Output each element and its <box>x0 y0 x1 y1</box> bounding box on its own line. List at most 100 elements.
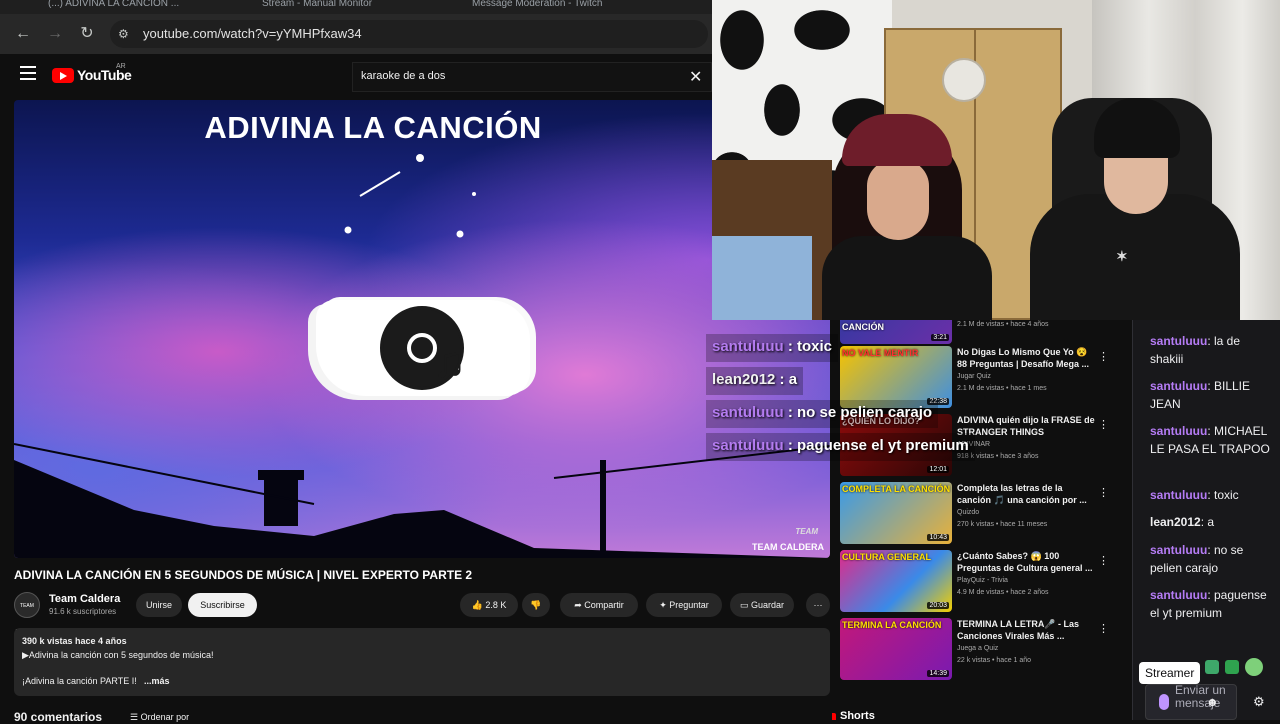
like-count: 2.8 K <box>485 600 507 610</box>
join-button[interactable]: Unirse <box>136 593 182 617</box>
overlay-message: santuluuu : no se pelien carajo <box>706 400 939 428</box>
ask-button[interactable]: ✦ Preguntar <box>646 593 722 617</box>
chat-message[interactable]: santuluuu: MICHAEL LE PASA EL TRAPOO <box>1150 422 1270 458</box>
thumbnail-text: COMPLETA LA CANCIÓN <box>842 484 951 494</box>
streamer-tooltip: Streamer <box>1139 662 1201 684</box>
search-input[interactable]: karaoke de a dos ✕ <box>352 62 712 92</box>
browser-toolbar: ← → ↻ ⚙ youtube.com/watch?v=yYMHPfxaw34 <box>0 14 712 54</box>
chat-username[interactable]: santuluuu <box>1150 424 1207 438</box>
emote-icon[interactable] <box>1245 658 1263 676</box>
music-note-icon: ♫ <box>432 335 467 387</box>
video-thumbnail[interactable]: COMPLETA LA CANCIÓN 10:43 <box>840 482 952 544</box>
save-label: Guardar <box>750 600 785 610</box>
video-meta: 2.1 M de vistas • hace 4 años <box>957 321 1049 328</box>
site-info-icon[interactable]: ⚙ <box>118 26 134 42</box>
sort-comments-button[interactable]: ☰ Ordenar por <box>130 712 189 723</box>
back-icon[interactable]: ← <box>13 24 33 44</box>
chat-message[interactable]: lean2012: a <box>1150 513 1270 531</box>
chat-message[interactable]: santuluuu: la de shakiii <box>1150 332 1270 368</box>
chat-message[interactable]: santuluuu: paguense el yt premium <box>1150 586 1270 622</box>
video-title[interactable]: ADIVINA quién dijo la FRASE de STRANGER … <box>957 414 1097 438</box>
chat-username[interactable]: lean2012 <box>1150 515 1201 529</box>
chat-username[interactable]: santuluuu <box>1150 488 1207 502</box>
channel-avatar[interactable]: TEAM CALDERA <box>14 592 40 635</box>
video-thumbnail[interactable]: CULTURA GENERAL 20:03 <box>840 550 952 612</box>
video-player[interactable]: ADIVINA LA CANCIÓN ♫ TEAM TEAM CALDERA <box>14 100 830 558</box>
overlay-message: lean2012 : a <box>706 367 804 395</box>
forward-icon[interactable]: → <box>45 24 65 44</box>
more-vert-icon[interactable]: ⋮ <box>1098 350 1109 363</box>
browser-tab[interactable]: Stream - Manual Monitor <box>262 0 432 14</box>
recommended-video[interactable]: COMPLETA LA CANCIÓN 10:43 Completa las l… <box>840 482 1130 544</box>
browser-tab[interactable]: (...) ADIVINA LA CANCIÓN ... <box>48 0 198 14</box>
video-duration: 20:03 <box>927 602 949 609</box>
emoji-icon[interactable]: ☻ <box>1206 695 1219 709</box>
chat-input-placeholder: Enviar un mensaje <box>1175 683 1226 710</box>
emote-icon[interactable] <box>1205 660 1219 674</box>
channel-name[interactable]: Quizdo <box>957 509 979 516</box>
dislike-button[interactable]: 👎 <box>522 593 550 617</box>
more-actions-button[interactable]: ··· <box>806 593 830 617</box>
description-box[interactable]: 390 k vistas hace 4 años ▶Adivina la can… <box>14 628 830 696</box>
browser-tab[interactable]: Message Moderation - Twitch <box>472 0 642 14</box>
chat-message[interactable]: santuluuu: toxic <box>1150 486 1270 504</box>
subscribe-button[interactable]: Suscribirse <box>188 593 257 617</box>
mic-icon[interactable] <box>1159 694 1169 710</box>
video-title[interactable]: ¿Cuánto Sabes? 😱 100 Preguntas de Cultur… <box>957 550 1097 574</box>
emote-icon[interactable] <box>1225 660 1239 674</box>
like-button[interactable]: 👍 2.8 K <box>460 593 518 617</box>
thumbs-up-icon: 👍 <box>471 600 486 610</box>
thumbnail-text: TERMINA LA CANCIÓN <box>842 620 942 630</box>
show-more-link[interactable]: ...más <box>144 676 170 686</box>
overlay-message: santuluuu : paguense el yt premium <box>706 433 975 461</box>
channel-name[interactable]: Team Caldera <box>49 593 120 605</box>
more-vert-icon[interactable]: ⋮ <box>1098 486 1109 499</box>
youtube-header: YouTube AR karaoke de a dos ✕ <box>0 54 712 98</box>
chat-username[interactable]: santuluuu <box>1150 588 1207 602</box>
bookmark-icon: ▭ <box>739 600 751 610</box>
address-bar[interactable]: ⚙ youtube.com/watch?v=yYMHPfxaw34 <box>110 20 708 48</box>
chat-text: : a <box>1200 515 1215 529</box>
video-thumbnail[interactable]: TERMINA LA CANCIÓN 14:39 <box>840 618 952 680</box>
overlay-username: santuluuu <box>712 437 784 454</box>
video-meta: 270 k vistas • hace 11 meses <box>957 521 1048 528</box>
more-vert-icon[interactable]: ⋮ <box>1098 418 1109 431</box>
video-title[interactable]: Completa las letras de la canción 🎵 una … <box>957 482 1097 506</box>
video-title[interactable]: TERMINA LA LETRA🎤 - Las Canciones Virale… <box>957 618 1097 642</box>
chat-text: : toxic <box>1207 488 1239 502</box>
chat-username[interactable]: santuluuu <box>1150 543 1207 557</box>
reload-icon[interactable]: ↻ <box>77 24 97 44</box>
video-duration: 14:39 <box>927 670 949 677</box>
thumbnail-text: CANCIÓN <box>842 322 884 332</box>
recommended-video[interactable]: CULTURA GENERAL 20:03 ¿Cuánto Sabes? 😱 1… <box>840 550 1130 612</box>
share-button[interactable]: ➦ Compartir <box>560 593 638 617</box>
shorts-icon <box>832 713 836 720</box>
video-title[interactable]: No Digas Lo Mismo Que Yo 😵 88 Preguntas … <box>957 346 1097 370</box>
chat-username[interactable]: santuluuu <box>1150 334 1207 348</box>
recommended-video[interactable]: TERMINA LA CANCIÓN 14:39 TERMINA LA LETR… <box>840 618 1130 680</box>
youtube-play-icon <box>52 68 74 83</box>
channel-name[interactable]: PlayQuiz - Trivia <box>957 577 1008 584</box>
video-meta: 22 k vistas • hace 1 año <box>957 657 1032 664</box>
share-label: Compartir <box>584 600 624 610</box>
chat-panel: santuluuu: la de shakiii santuluuu: BILL… <box>1132 320 1280 720</box>
overlay-text: : no se pelien carajo <box>783 404 933 421</box>
gear-icon[interactable]: ⚙ <box>1253 694 1265 710</box>
clear-search-icon[interactable]: ✕ <box>689 67 702 87</box>
stream-chat-overlay: santuluuu : toxic lean2012 : a santuluuu… <box>706 334 975 464</box>
overlay-username: santuluuu <box>712 338 784 355</box>
overlay-text: : paguense el yt premium <box>783 437 969 454</box>
browser-tab-bar: (...) ADIVINA LA CANCIÓN ... Stream - Ma… <box>0 0 712 14</box>
watermark-small: TEAM <box>795 527 818 536</box>
shirt-print: ✶ <box>1116 248 1128 264</box>
more-vert-icon[interactable]: ⋮ <box>1098 622 1109 635</box>
channel-name[interactable]: Juega a Quiz <box>957 645 998 652</box>
save-button[interactable]: ▭ Guardar <box>730 593 794 617</box>
menu-icon[interactable] <box>20 66 36 80</box>
url-text: youtube.com/watch?v=yYMHPfxaw34 <box>143 26 362 41</box>
sparkle-icon: ✦ <box>659 600 670 610</box>
more-vert-icon[interactable]: ⋮ <box>1098 554 1109 567</box>
chat-message[interactable]: santuluuu: BILLIE JEAN <box>1150 377 1270 413</box>
chat-message[interactable]: santuluuu: no se pelien carajo <box>1150 541 1270 577</box>
chat-username[interactable]: santuluuu <box>1150 379 1207 393</box>
